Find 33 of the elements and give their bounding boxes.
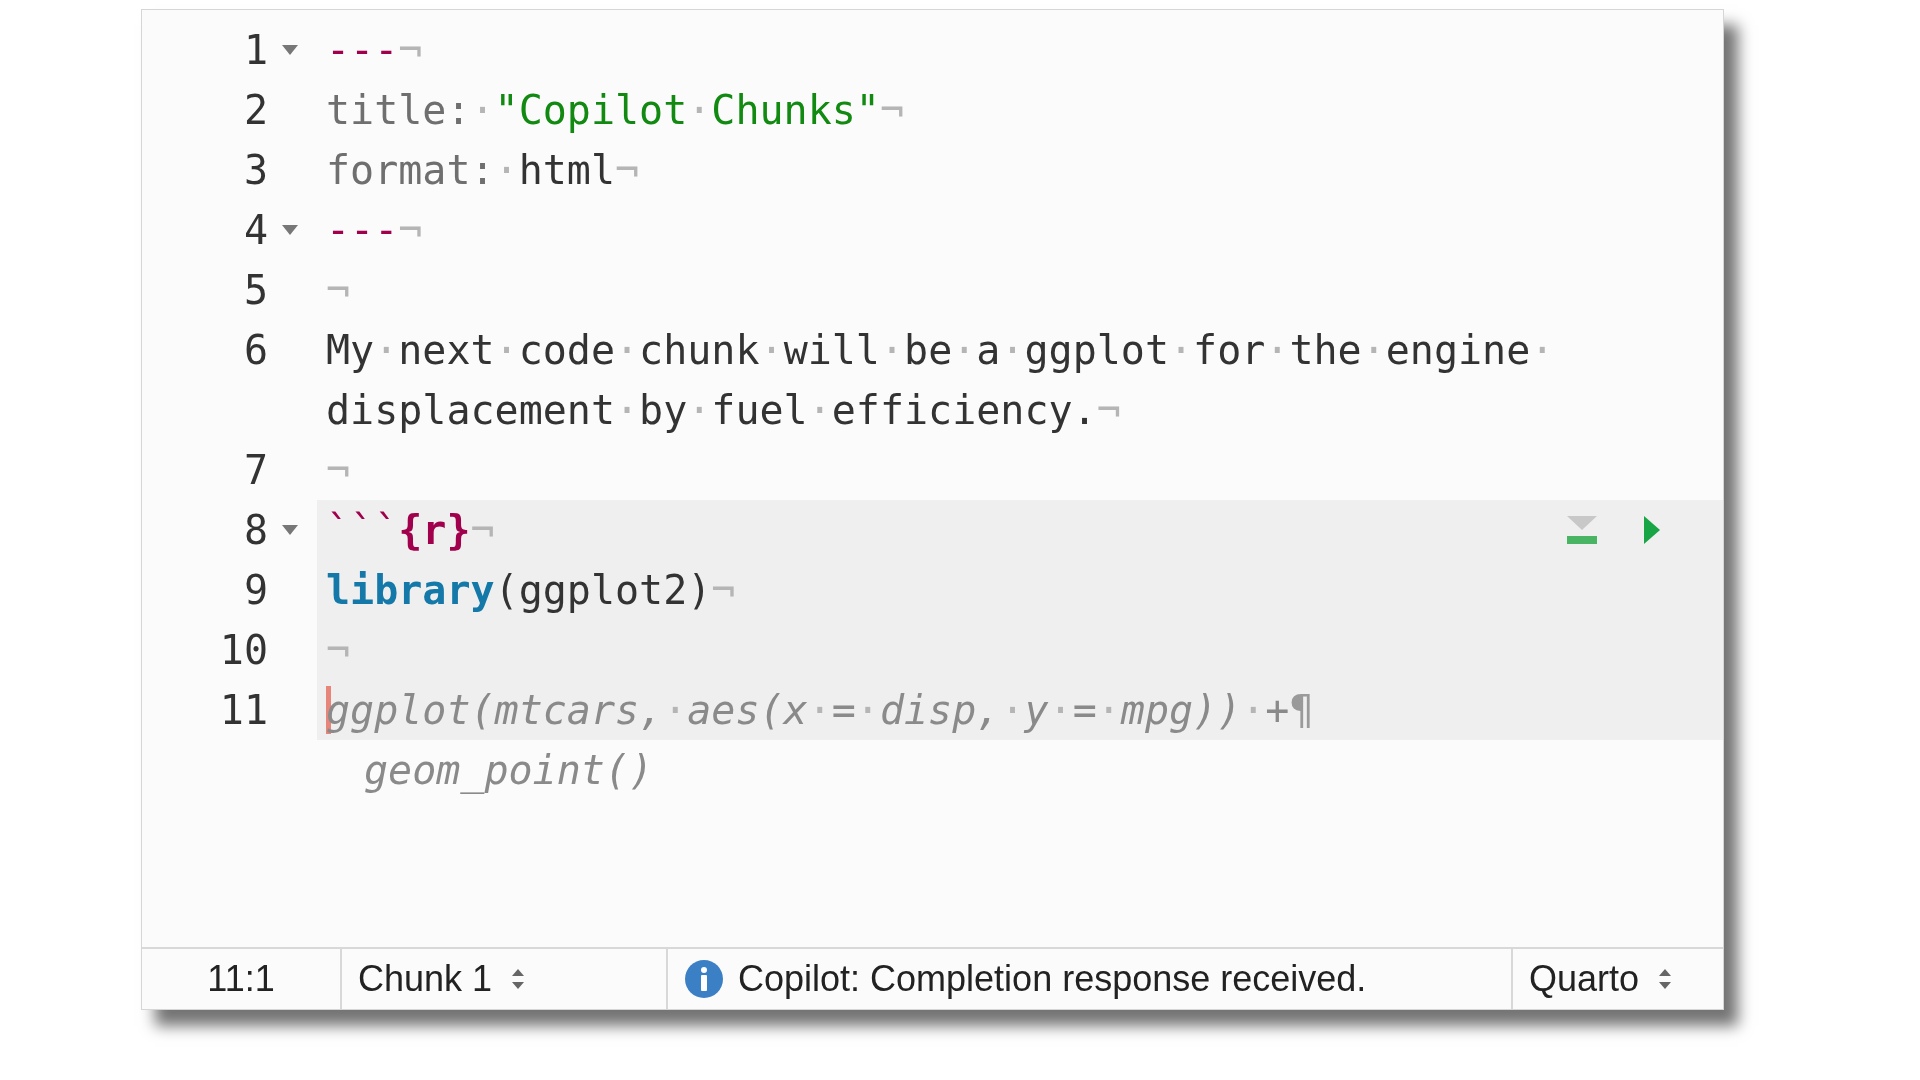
line-number: 8	[243, 506, 268, 555]
fold-arrow-icon[interactable]	[282, 525, 298, 535]
code-line: format:·html¬	[326, 146, 640, 195]
code-line: ---¬	[326, 206, 423, 255]
code-line: title:·"Copilot·Chunks"¬	[326, 86, 904, 135]
line-number: 9	[243, 566, 268, 615]
file-type-selector[interactable]: Quarto	[1529, 958, 1674, 1000]
fold-arrow-icon[interactable]	[282, 45, 298, 55]
chunk-selector[interactable]: Chunk 1	[358, 958, 527, 1000]
line-number: 2	[243, 86, 268, 135]
code-line: ¬	[326, 266, 351, 315]
line-number: 1	[243, 26, 268, 75]
code-line: ¬	[326, 626, 351, 675]
line-number: 11	[219, 686, 268, 735]
code-line: library(ggplot2)¬	[326, 566, 736, 615]
code-line: ---¬	[326, 26, 423, 75]
info-icon	[684, 959, 724, 999]
code-line: displacement·by·fuel·efficiency.¬	[326, 386, 1121, 435]
code-line: ¬	[326, 446, 351, 495]
line-number: 10	[219, 626, 268, 675]
line-number: 3	[243, 146, 268, 195]
fold-arrow-icon[interactable]	[282, 225, 298, 235]
line-number: 5	[243, 266, 268, 315]
code-line: My·next·code·chunk·will·be·a·ggplot·for·the·engine·	[326, 326, 1555, 375]
line-number: 6	[243, 326, 268, 375]
code-line: geom_point()	[364, 746, 653, 796]
run-previous-chunks-icon[interactable]	[1565, 514, 1599, 546]
cursor-position: 11:1	[207, 958, 275, 1000]
status-message: Copilot: Completion response received.	[738, 958, 1367, 1000]
code-line: ```{r}¬	[326, 506, 495, 555]
line-number: 7	[243, 446, 268, 495]
run-chunk-icon[interactable]	[1643, 515, 1661, 545]
line-number: 4	[243, 206, 268, 255]
